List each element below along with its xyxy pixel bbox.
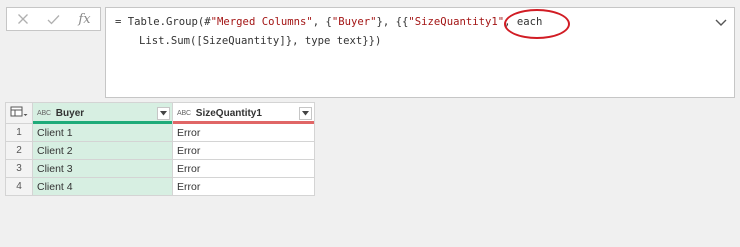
column-quality-bar bbox=[33, 121, 172, 124]
column-quality-bar bbox=[173, 121, 314, 124]
buyer-cell[interactable]: Client 1 bbox=[32, 123, 173, 142]
formula-part: }, {{ bbox=[376, 16, 409, 28]
column-header-label: Buyer bbox=[55, 107, 85, 119]
chevron-down-icon bbox=[715, 19, 727, 26]
row-number[interactable]: 3 bbox=[5, 159, 33, 178]
column-filter-button[interactable] bbox=[157, 106, 170, 120]
buyer-cell[interactable]: Client 4 bbox=[32, 177, 173, 196]
table-row: 3 Client 3 Error bbox=[5, 159, 315, 178]
chevron-down-icon bbox=[160, 110, 167, 115]
chevron-down-icon bbox=[302, 110, 309, 115]
data-grid: ABC Buyer ABC SizeQuantity1 1 Client 1 E… bbox=[5, 102, 315, 196]
table-menu-button[interactable] bbox=[5, 102, 33, 124]
row-number[interactable]: 4 bbox=[5, 177, 33, 196]
formula-string: "Buyer" bbox=[331, 16, 377, 28]
check-icon bbox=[47, 14, 60, 24]
table-row: 2 Client 2 Error bbox=[5, 141, 315, 160]
text-type-icon[interactable]: ABC bbox=[177, 110, 191, 117]
expand-formula-button[interactable] bbox=[714, 15, 728, 27]
column-header-label: SizeQuantity1 bbox=[195, 107, 262, 119]
table-row: 4 Client 4 Error bbox=[5, 177, 315, 196]
error-cell[interactable]: Error bbox=[172, 159, 315, 178]
column-header-sizequantity1[interactable]: ABC SizeQuantity1 bbox=[172, 102, 315, 124]
formula-text: = Table.Group(#"Merged Columns", {"Buyer… bbox=[115, 13, 699, 51]
column-filter-button[interactable] bbox=[299, 106, 312, 120]
formula-input[interactable]: = Table.Group(#"Merged Columns", {"Buyer… bbox=[105, 7, 735, 98]
row-number[interactable]: 1 bbox=[5, 123, 33, 142]
power-query-editor: fx = Table.Group(#"Merged Columns", {"Bu… bbox=[0, 0, 740, 247]
text-type-icon[interactable]: ABC bbox=[37, 110, 51, 117]
formula-string: "Merged Columns" bbox=[210, 16, 313, 28]
fx-label: fx bbox=[78, 11, 91, 27]
cancel-formula-button[interactable] bbox=[7, 8, 38, 30]
table-icon bbox=[10, 106, 28, 116]
column-header-buyer[interactable]: ABC Buyer bbox=[32, 102, 173, 124]
formula-part: , { bbox=[312, 16, 332, 28]
table-row: 1 Client 1 Error bbox=[5, 123, 315, 142]
row-number[interactable]: 2 bbox=[5, 141, 33, 160]
formula-part: = Table.Group(# bbox=[115, 16, 211, 28]
buyer-cell[interactable]: Client 2 bbox=[32, 141, 173, 160]
error-cell[interactable]: Error bbox=[172, 177, 315, 196]
buyer-cell[interactable]: Client 3 bbox=[32, 159, 173, 178]
error-cell[interactable]: Error bbox=[172, 141, 315, 160]
insert-function-button[interactable]: fx bbox=[69, 8, 100, 30]
formula-bar-buttons: fx bbox=[6, 7, 101, 31]
formula-string: "SizeQuantity1" bbox=[408, 16, 505, 28]
commit-formula-button[interactable] bbox=[38, 8, 69, 30]
close-icon bbox=[17, 14, 28, 24]
data-table: ABC Buyer ABC SizeQuantity1 1 Client 1 E… bbox=[5, 102, 315, 196]
error-cell[interactable]: Error bbox=[172, 123, 315, 142]
